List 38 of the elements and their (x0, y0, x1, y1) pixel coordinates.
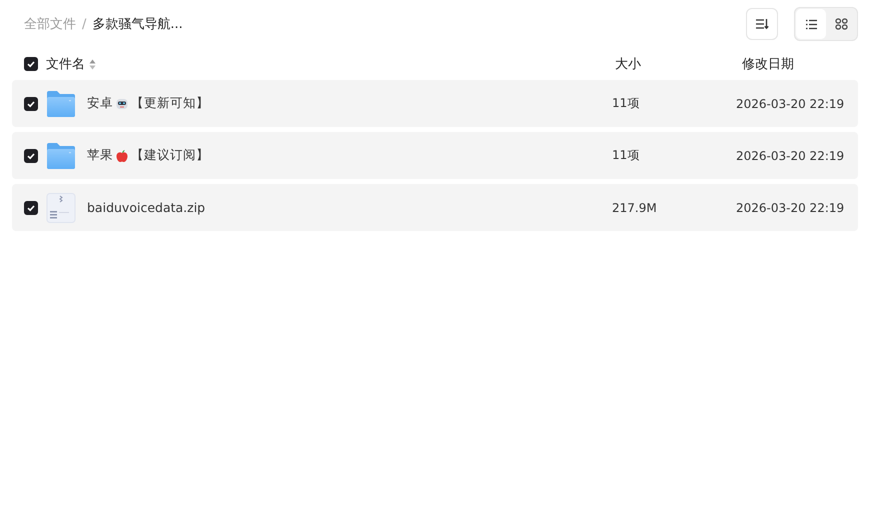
select-all-checkbox[interactable] (24, 57, 38, 71)
sort-icon[interactable] (89, 58, 96, 70)
file-row[interactable]: 苹果 【建议订阅】 11项 2026-03-20 22:19 (12, 132, 858, 179)
row-checkbox[interactable] (24, 200, 38, 214)
grid-icon (834, 18, 848, 30)
file-size: 11项 (612, 96, 640, 110)
file-size: 217.9M (612, 200, 657, 214)
list-view-button[interactable] (796, 9, 826, 39)
file-size: 11项 (612, 148, 640, 162)
modified-date: 2026-03-20 22:19 (736, 148, 844, 162)
file-row[interactable]: baiduvoicedata.zip 217.9M 2026-03-20 22:19 (12, 184, 858, 231)
file-row[interactable]: 安卓 【更新可知】 11项 2026-03-20 22:19 (12, 80, 858, 127)
sort-button[interactable] (746, 8, 778, 40)
column-header: 修改日期 (742, 57, 794, 72)
file-name[interactable]: baiduvoicedata.zip (87, 200, 206, 215)
row-checkbox[interactable] (24, 148, 38, 162)
folder-icon (46, 90, 76, 118)
breadcrumb-item[interactable]: 多款骚气导航... (92, 15, 183, 33)
checkmark-icon (26, 59, 36, 69)
modified-date: 2026-03-20 22:19 (736, 96, 844, 110)
column-header: 大小 (615, 57, 641, 72)
apple-icon (115, 148, 129, 162)
checkmark-icon (26, 98, 36, 108)
row-checkbox[interactable] (24, 96, 38, 110)
robot-icon (115, 96, 129, 110)
breadcrumb-separator: / (82, 16, 86, 32)
folder-icon (46, 142, 76, 170)
modified-date: 2026-03-20 22:19 (736, 200, 844, 214)
file-name[interactable]: 安卓 (87, 95, 113, 112)
checkmark-icon (26, 202, 36, 212)
column-header[interactable]: 文件名 (46, 55, 85, 73)
file-name[interactable]: 苹果 (87, 147, 113, 164)
file-tag: 【更新可知】 (131, 95, 209, 112)
file-tag: 【建议订阅】 (131, 147, 209, 164)
list-icon (804, 18, 818, 30)
zip-file-icon (46, 192, 76, 222)
sort-icon (755, 18, 769, 30)
checkmark-icon (26, 150, 36, 160)
